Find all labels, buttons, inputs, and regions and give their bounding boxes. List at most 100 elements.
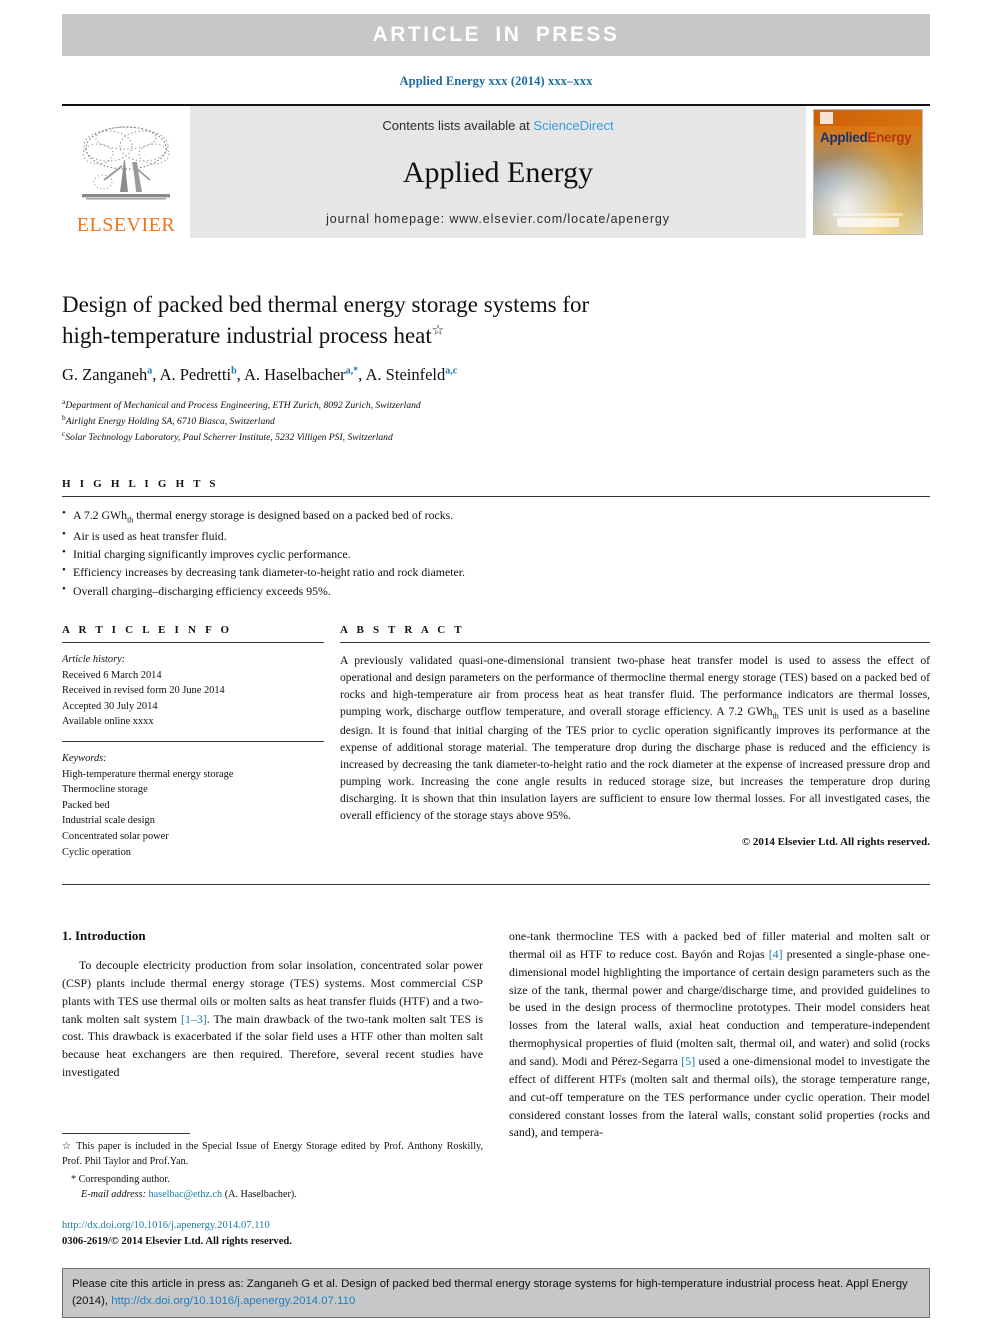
title-footnote-marker: ☆ [431,322,445,338]
history-item: Received in revised form 20 June 2014 [62,685,225,697]
highlights-section: H I G H L I G H T S A 7.2 GWhth thermal … [62,478,930,600]
highlight-item: Initial charging significantly improves … [62,544,930,563]
page-title: Design of packed bed thermal energy stor… [62,290,672,351]
article-history-label: Article history: [62,654,126,665]
keyword-item: Concentrated solar power [62,831,169,843]
sciencedirect-link[interactable]: ScienceDirect [533,118,613,133]
abstract-divider [340,642,930,643]
cover-title-energy: Energy [867,130,912,145]
doi-link[interactable]: http://dx.doi.org/10.1016/j.apenergy.201… [62,1218,483,1234]
cite-doi-link[interactable]: http://dx.doi.org/10.1016/j.apenergy.201… [111,1295,355,1307]
highlight-text-a: A 7.2 GWh [73,508,128,522]
cite-this-article-text: Please cite this article in press as: Za… [72,1276,920,1309]
article-history-block: Article history: Received 6 March 2014 R… [62,652,324,730]
keyword-item: Packed bed [62,799,110,811]
journal-masthead: ELSEVIER Contents lists available at Sci… [62,104,930,238]
contents-available-line: Contents lists available at ScienceDirec… [382,118,613,133]
journal-cover-image: AppliedEnergy [813,109,923,235]
citation-ref-4[interactable]: [4] [769,947,783,961]
abstract-column: A B S T R A C T A previously validated q… [340,624,930,860]
body-column-right: one-tank thermocline TES with a packed b… [509,928,930,1142]
journal-reference-line: Applied Energy xxx (2014) xxx–xxx [399,74,593,88]
journal-cover-thumbnail: AppliedEnergy [806,106,930,238]
keyword-item: Thermocline storage [62,784,148,796]
cover-title: AppliedEnergy [820,130,912,145]
author-name: A. Pedretti [159,365,232,385]
highlight-text-b: thermal energy storage is designed based… [133,508,454,522]
doi-block: http://dx.doi.org/10.1016/j.apenergy.201… [62,1218,483,1250]
highlights-list: A 7.2 GWhth thermal energy storage is de… [62,505,930,600]
intro-paragraph-right: one-tank thermocline TES with a packed b… [509,928,930,1142]
email-link[interactable]: haselbac@ethz.ch [149,1189,223,1200]
keywords-divider [62,741,324,743]
elsevier-logo: ELSEVIER [62,106,190,238]
highlight-item: Air is used as heat transfer fluid. [62,526,930,545]
abstract-part-2: TES unit is used as a baseline design. I… [340,705,930,823]
journal-title: Applied Energy [402,155,594,189]
cover-title-applied: Applied [820,130,868,145]
citation-ref-5[interactable]: [5] [681,1054,695,1068]
highlight-item: Efficiency increases by decreasing tank … [62,562,930,581]
author-list: G. Zanganeha, A. Pedrettib, A. Haselbach… [62,365,458,385]
intro-right-text-b: presented a single-phase one-dimensional… [509,946,930,1069]
highlight-item: Overall charging–discharging efficiency … [62,581,930,600]
article-info-heading: A R T I C L E I N F O [62,624,233,636]
keyword-item: Cyclic operation [62,846,131,858]
cover-footer-block [837,218,899,227]
article-in-press-banner: ARTICLE IN PRESS [62,14,930,56]
copyright-line: © 2014 Elsevier Ltd. All rights reserved… [741,836,930,849]
footnote-email-line: E-mail address: haselbac@ethz.ch (A. Has… [62,1188,483,1203]
email-owner: (A. Haselbacher). [224,1189,297,1201]
affiliation-text: Department of Mechanical and Process Eng… [65,400,421,412]
author-name: A. Steinfeld [365,365,446,385]
affiliation-text: Solar Technology Laboratory, Paul Scherr… [65,431,393,443]
history-item: Available online xxxx [62,716,154,728]
info-abstract-region: A R T I C L E I N F O Article history: R… [62,624,930,860]
author-affiliation-marker: b [231,365,237,377]
title-line-1: Design of packed bed thermal energy stor… [62,292,590,317]
article-in-press-label: ARTICLE IN PRESS [372,23,620,46]
issn-copyright-line: 0306-2619/© 2014 Elsevier Ltd. All right… [62,1236,292,1248]
body-columns: 1. Introduction To decouple electricity … [62,928,930,1142]
keywords-label: Keywords: [62,753,107,765]
highlights-divider [62,496,930,497]
journal-homepage-line[interactable]: journal homepage: www.elsevier.com/locat… [326,212,670,226]
keywords-block: Keywords: High-temperature thermal energ… [62,751,324,860]
elsevier-tree-icon [82,126,170,200]
footnote-rule [62,1133,190,1134]
author-name: A. Haselbacher [243,365,346,385]
author-affiliation-marker: a [147,365,153,377]
citation-ref-1-3[interactable]: [1–3] [181,1012,207,1026]
elsevier-wordmark: ELSEVIER [76,214,176,236]
author-name: G. Zanganeh [62,365,148,385]
affiliation-item: aDepartment of Mechanical and Process En… [62,397,672,413]
email-label: E-mail address: [81,1189,146,1201]
article-info-divider [62,642,324,643]
affiliation-list: aDepartment of Mechanical and Process En… [62,397,672,444]
keyword-item: High-temperature thermal energy storage [62,768,234,780]
contents-prefix: Contents lists available at [382,118,534,133]
footnote-special-issue: ☆ This paper is included in the Special … [62,1141,483,1167]
abstract-body: A previously validated quasi-one-dimensi… [340,652,930,824]
keyword-item: Industrial scale design [62,815,155,827]
masthead-center-panel: Contents lists available at ScienceDirec… [190,106,806,238]
title-block: Design of packed bed thermal energy stor… [62,290,672,445]
section-heading-introduction: 1. Introduction [62,928,146,943]
cite-this-article-box: Please cite this article in press as: Za… [62,1268,930,1319]
body-column-left: 1. Introduction To decouple electricity … [62,928,483,1142]
intro-paragraph-left: To decouple electricity production from … [62,957,483,1082]
affiliation-item: bAirlight Energy Holding SA, 6710 Biasca… [62,413,672,429]
affiliation-item: cSolar Technology Laboratory, Paul Scher… [62,429,672,445]
paper-page: ARTICLE IN PRESS Applied Energy xxx (201… [0,0,992,1323]
author-affiliation-marker: a,c [445,365,458,377]
history-item: Received 6 March 2014 [62,669,162,681]
cover-footer-line [833,213,903,216]
author-affiliation-marker: a,* [345,365,359,377]
abstract-heading: A B S T R A C T [340,624,465,636]
affiliation-text: Airlight Energy Holding SA, 6710 Biasca,… [65,416,275,428]
article-info-column: A R T I C L E I N F O Article history: R… [62,624,324,860]
abstract-bottom-divider [62,884,930,885]
title-line-2: high-temperature industrial process heat [62,322,432,348]
cover-elsevier-mark-icon [820,112,833,124]
history-item: Accepted 30 July 2014 [62,700,158,712]
